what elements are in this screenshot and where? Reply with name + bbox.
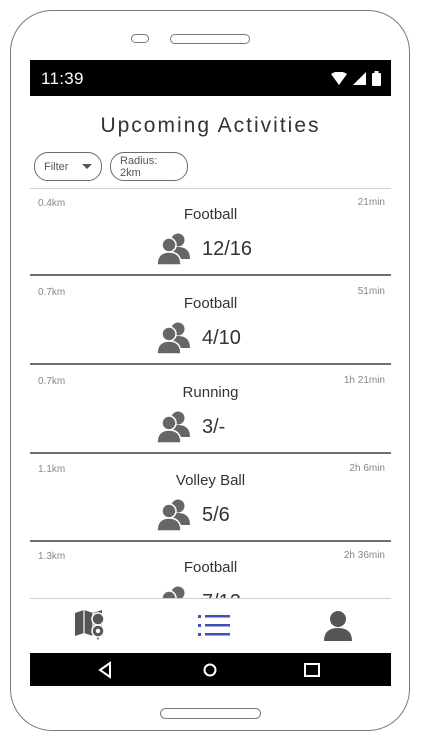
people-icon (156, 499, 190, 532)
page-title: Upcoming Activities (100, 114, 321, 137)
activity-name: Running (182, 384, 239, 401)
list-icon[interactable] (196, 609, 232, 643)
battery-icon (372, 71, 381, 86)
participant-count: 12/16 (202, 238, 253, 260)
activity-list[interactable]: 0.4km 21min Football 12/16 0.7km 51min F… (30, 188, 391, 599)
participant-count: 3/- (202, 416, 226, 438)
participant-count: 5/6 (202, 504, 230, 526)
filter-dropdown[interactable]: Filter (34, 152, 102, 181)
android-nav-bar (30, 653, 391, 686)
radius-label: Radius: 2km (120, 154, 158, 179)
speaker (170, 34, 250, 44)
back-icon[interactable] (96, 660, 116, 680)
profile-icon[interactable] (320, 609, 356, 643)
recents-icon[interactable] (302, 660, 322, 680)
people-icon (156, 233, 190, 266)
activity-name: Football (183, 559, 238, 576)
home-indicator (160, 708, 261, 719)
camera (131, 34, 149, 43)
activity-card[interactable]: 0.7km 51min Football 4/10 (30, 278, 391, 365)
status-time: 11:39 (41, 69, 84, 88)
activity-name: Volley Ball (175, 472, 246, 489)
map-pin-icon[interactable] (73, 609, 109, 643)
signal-icon (353, 72, 366, 85)
filter-label: Filter (44, 160, 69, 173)
participant-count: 4/10 (202, 327, 241, 349)
activity-card[interactable]: 0.4km 21min Football 12/16 (30, 189, 391, 276)
radius-chip[interactable]: Radius: 2km (110, 152, 188, 181)
people-icon (156, 322, 190, 355)
activity-card[interactable]: 1.1km 2h 6min Volley Ball 5/6 (30, 455, 391, 542)
activity-card[interactable]: 1.3km 2h 36min Football 7/12 (30, 542, 391, 599)
people-icon (156, 411, 190, 444)
status-bar: 11:39 (30, 60, 391, 96)
bottom-nav (30, 598, 391, 654)
activity-card[interactable]: 0.7km 1h 21min Running 3/- (30, 367, 391, 454)
status-icons (331, 71, 381, 86)
screen: 11:39 Upcoming Activities Filter Radius:… (30, 60, 391, 686)
activity-name: Football (183, 206, 238, 223)
chevron-down-icon (82, 163, 92, 169)
people-icon (161, 586, 185, 599)
activity-name: Football (183, 295, 238, 312)
home-icon[interactable] (200, 660, 220, 680)
wifi-icon (331, 72, 347, 85)
